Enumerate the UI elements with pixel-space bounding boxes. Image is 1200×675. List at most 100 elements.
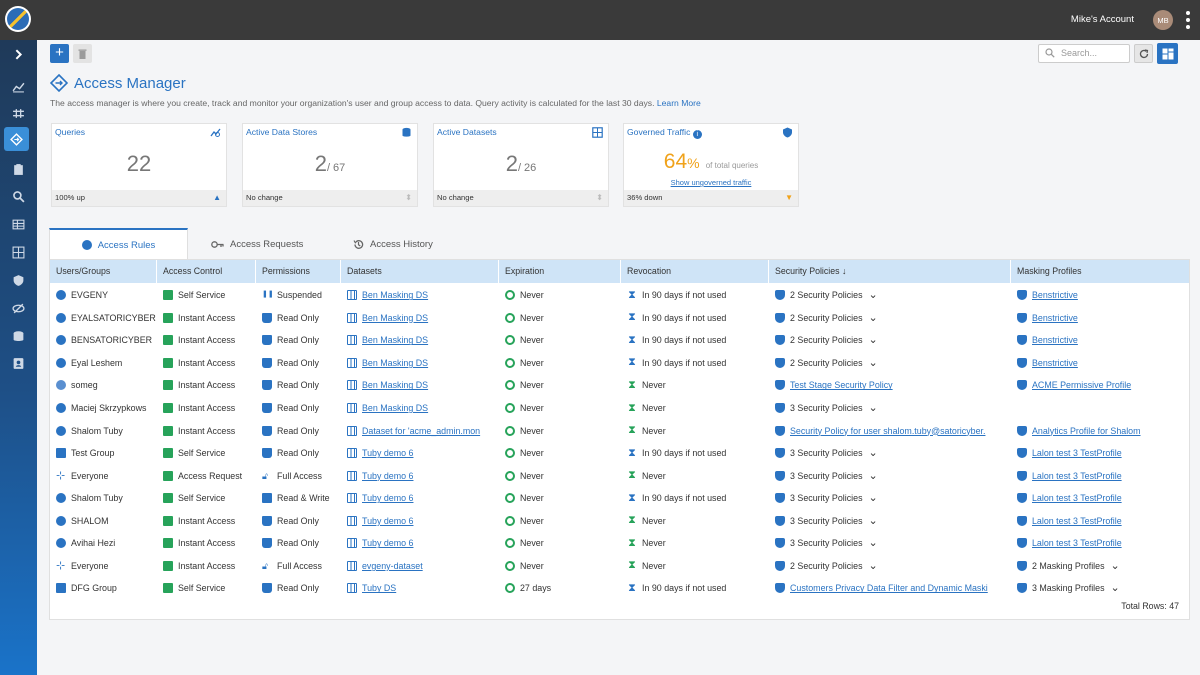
cell-text[interactable]: Benstrictive bbox=[1032, 358, 1078, 368]
table-cell[interactable]: 2 Security Policies ⌄ bbox=[769, 329, 1011, 352]
table-cell[interactable]: 2 Security Policies ⌄ bbox=[769, 284, 1011, 307]
table-row[interactable]: Avihai Hezi Instant Access Read Only Tuby d… bbox=[50, 532, 1189, 555]
cell-text[interactable]: Ben Masking DS bbox=[362, 313, 428, 323]
table-row[interactable]: Shalom Tuby Self Service Read & Write Tuby … bbox=[50, 487, 1189, 510]
table-cell[interactable]: 3 Masking Profiles ⌄ bbox=[1011, 577, 1191, 600]
table-row[interactable]: DFG Group Self Service Read Only Tuby DS 27 … bbox=[50, 577, 1189, 600]
table-cell[interactable]: Ben Masking DS bbox=[341, 284, 499, 307]
table-cell[interactable]: Lalon test 3 TestProfile bbox=[1011, 464, 1191, 487]
col-access-control[interactable]: Access Control bbox=[157, 260, 256, 283]
table-cell[interactable]: Test Stage Security Policy bbox=[769, 374, 1011, 397]
table-cell[interactable]: Tuby demo 6 bbox=[341, 464, 499, 487]
table-cell[interactable]: Benstrictive bbox=[1011, 352, 1191, 375]
table-cell[interactable]: Benstrictive bbox=[1011, 284, 1191, 307]
cell-text[interactable]: Lalon test 3 TestProfile bbox=[1032, 516, 1122, 526]
table-cell[interactable]: Lalon test 3 TestProfile bbox=[1011, 532, 1191, 555]
cell-text[interactable]: Lalon test 3 TestProfile bbox=[1032, 538, 1122, 548]
cell-text[interactable]: Tuby demo 6 bbox=[362, 448, 413, 458]
chevron-down-icon[interactable]: ⌄ bbox=[869, 335, 878, 346]
table-row[interactable]: ⊹ Everyone Instant Access 🔓︎ Full Access evge… bbox=[50, 555, 1189, 578]
chevron-down-icon[interactable]: ⌄ bbox=[869, 448, 878, 459]
delete-button[interactable] bbox=[73, 44, 92, 63]
security-icon[interactable] bbox=[0, 268, 37, 292]
table-cell[interactable]: Analytics Profile for Shalom bbox=[1011, 419, 1191, 442]
cell-text[interactable]: Ben Masking DS bbox=[362, 403, 428, 413]
table-cell[interactable]: Lalon test 3 TestProfile bbox=[1011, 510, 1191, 533]
data-flow-icon[interactable] bbox=[0, 101, 37, 125]
table-cell[interactable]: Ben Masking DS bbox=[341, 374, 499, 397]
cell-text[interactable]: Security Policy for user shalom.tuby@sat… bbox=[790, 426, 985, 436]
table-row[interactable]: BENSATORICYBER Instant Access Read Only Ben… bbox=[50, 329, 1189, 352]
table-cell[interactable]: 2 Security Policies ⌄ bbox=[769, 555, 1011, 578]
cell-text[interactable]: evgeny-dataset bbox=[362, 561, 423, 571]
table-cell[interactable]: Security Policy for user shalom.tuby@sat… bbox=[769, 419, 1011, 442]
table-cell[interactable]: Ben Masking DS bbox=[341, 397, 499, 420]
table-cell[interactable]: 3 Security Policies ⌄ bbox=[769, 397, 1011, 420]
col-expiration[interactable]: Expiration bbox=[499, 260, 621, 283]
cell-text[interactable]: Lalon test 3 TestProfile bbox=[1032, 448, 1122, 458]
table-cell[interactable]: Lalon test 3 TestProfile bbox=[1011, 487, 1191, 510]
table-cell[interactable]: Ben Masking DS bbox=[341, 329, 499, 352]
table-cell[interactable]: 3 Security Policies ⌄ bbox=[769, 442, 1011, 465]
table-row[interactable]: someg Instant Access Read Only Ben Masking … bbox=[50, 374, 1189, 397]
chevron-down-icon[interactable]: ⌄ bbox=[869, 312, 878, 323]
col-security-policies[interactable]: Security Policies ↓ bbox=[769, 260, 1011, 283]
dashboard-icon[interactable] bbox=[0, 240, 37, 264]
table-cell[interactable]: 2 Security Policies ⌄ bbox=[769, 307, 1011, 330]
table-cell[interactable]: Tuby DS bbox=[341, 577, 499, 600]
cell-text[interactable]: ACME Permissive Profile bbox=[1032, 380, 1131, 390]
cell-text[interactable]: Tuby DS bbox=[362, 583, 396, 593]
layout-toggle-button[interactable] bbox=[1157, 43, 1178, 64]
table-cell[interactable]: Tuby demo 6 bbox=[341, 442, 499, 465]
table-row[interactable]: ⊹ Everyone Access Request 🔓︎ Full Access Tuby… bbox=[50, 464, 1189, 487]
access-manager-icon[interactable] bbox=[4, 127, 29, 151]
cell-text[interactable]: Dataset for 'acme_admin.mon bbox=[362, 426, 480, 436]
search-input[interactable]: Search... bbox=[1038, 44, 1130, 63]
table-cell[interactable]: ACME Permissive Profile bbox=[1011, 374, 1191, 397]
masking-icon[interactable] bbox=[0, 296, 37, 320]
cell-text[interactable]: Benstrictive bbox=[1032, 335, 1078, 345]
chevron-down-icon[interactable]: ⌄ bbox=[1111, 560, 1120, 571]
cell-text[interactable]: Lalon test 3 TestProfile bbox=[1032, 493, 1122, 503]
table-cell[interactable]: Ben Masking DS bbox=[341, 307, 499, 330]
table-cell[interactable]: 2 Masking Profiles ⌄ bbox=[1011, 555, 1191, 578]
table-row[interactable]: EYALSATORICYBER Instant Access Read Only Be… bbox=[50, 307, 1189, 330]
chevron-down-icon[interactable]: ⌄ bbox=[869, 470, 878, 481]
info-icon[interactable]: i bbox=[692, 130, 702, 139]
chevron-down-icon[interactable]: ⌄ bbox=[869, 290, 878, 301]
tab-access-requests[interactable]: Access Requests bbox=[211, 228, 303, 260]
table-cell[interactable]: 3 Security Policies ⌄ bbox=[769, 532, 1011, 555]
table-cell[interactable]: 3 Security Policies ⌄ bbox=[769, 464, 1011, 487]
chevron-down-icon[interactable]: ⌄ bbox=[869, 515, 878, 526]
table-cell[interactable]: 3 Security Policies ⌄ bbox=[769, 510, 1011, 533]
table-row[interactable]: Maciej Skrzypkows Instant Access Read Only… bbox=[50, 397, 1189, 420]
database-icon[interactable] bbox=[0, 324, 37, 348]
chevron-down-icon[interactable]: ⌄ bbox=[1111, 583, 1120, 594]
table-cell[interactable]: evgeny-dataset bbox=[341, 555, 499, 578]
clipboard-icon[interactable] bbox=[0, 157, 37, 181]
col-datasets[interactable]: Datasets bbox=[341, 260, 499, 283]
cell-text[interactable]: Tuby demo 6 bbox=[362, 516, 413, 526]
more-menu-icon[interactable] bbox=[1185, 10, 1191, 30]
chevron-down-icon[interactable]: ⌄ bbox=[869, 560, 878, 571]
expand-sidebar-icon[interactable] bbox=[0, 42, 37, 66]
table-cell[interactable]: 2 Security Policies ⌄ bbox=[769, 352, 1011, 375]
col-masking-profiles[interactable]: Masking Profiles bbox=[1011, 260, 1191, 283]
table-cell[interactable]: Benstrictive bbox=[1011, 307, 1191, 330]
tab-access-history[interactable]: Access History bbox=[353, 228, 433, 260]
cell-text[interactable]: Tuby demo 6 bbox=[362, 493, 413, 503]
account-name[interactable]: Mike's Account bbox=[1071, 14, 1134, 25]
refresh-button[interactable] bbox=[1134, 44, 1153, 63]
chevron-down-icon[interactable]: ⌄ bbox=[869, 357, 878, 368]
table-cell[interactable]: Benstrictive bbox=[1011, 329, 1191, 352]
table-cell[interactable]: Lalon test 3 TestProfile bbox=[1011, 442, 1191, 465]
chevron-down-icon[interactable]: ⌄ bbox=[869, 403, 878, 414]
cell-text[interactable]: Analytics Profile for Shalom bbox=[1032, 426, 1141, 436]
cell-text[interactable]: Customers Privacy Data Filter and Dynami… bbox=[790, 583, 988, 593]
cell-text[interactable]: Ben Masking DS bbox=[362, 290, 428, 300]
table-row[interactable]: Eyal Leshem Instant Access Read Only Ben Ma… bbox=[50, 352, 1189, 375]
table-cell[interactable]: Tuby demo 6 bbox=[341, 532, 499, 555]
cell-text[interactable]: Ben Masking DS bbox=[362, 358, 428, 368]
table-cell[interactable] bbox=[1011, 397, 1191, 420]
cell-text[interactable]: Tuby demo 6 bbox=[362, 471, 413, 481]
